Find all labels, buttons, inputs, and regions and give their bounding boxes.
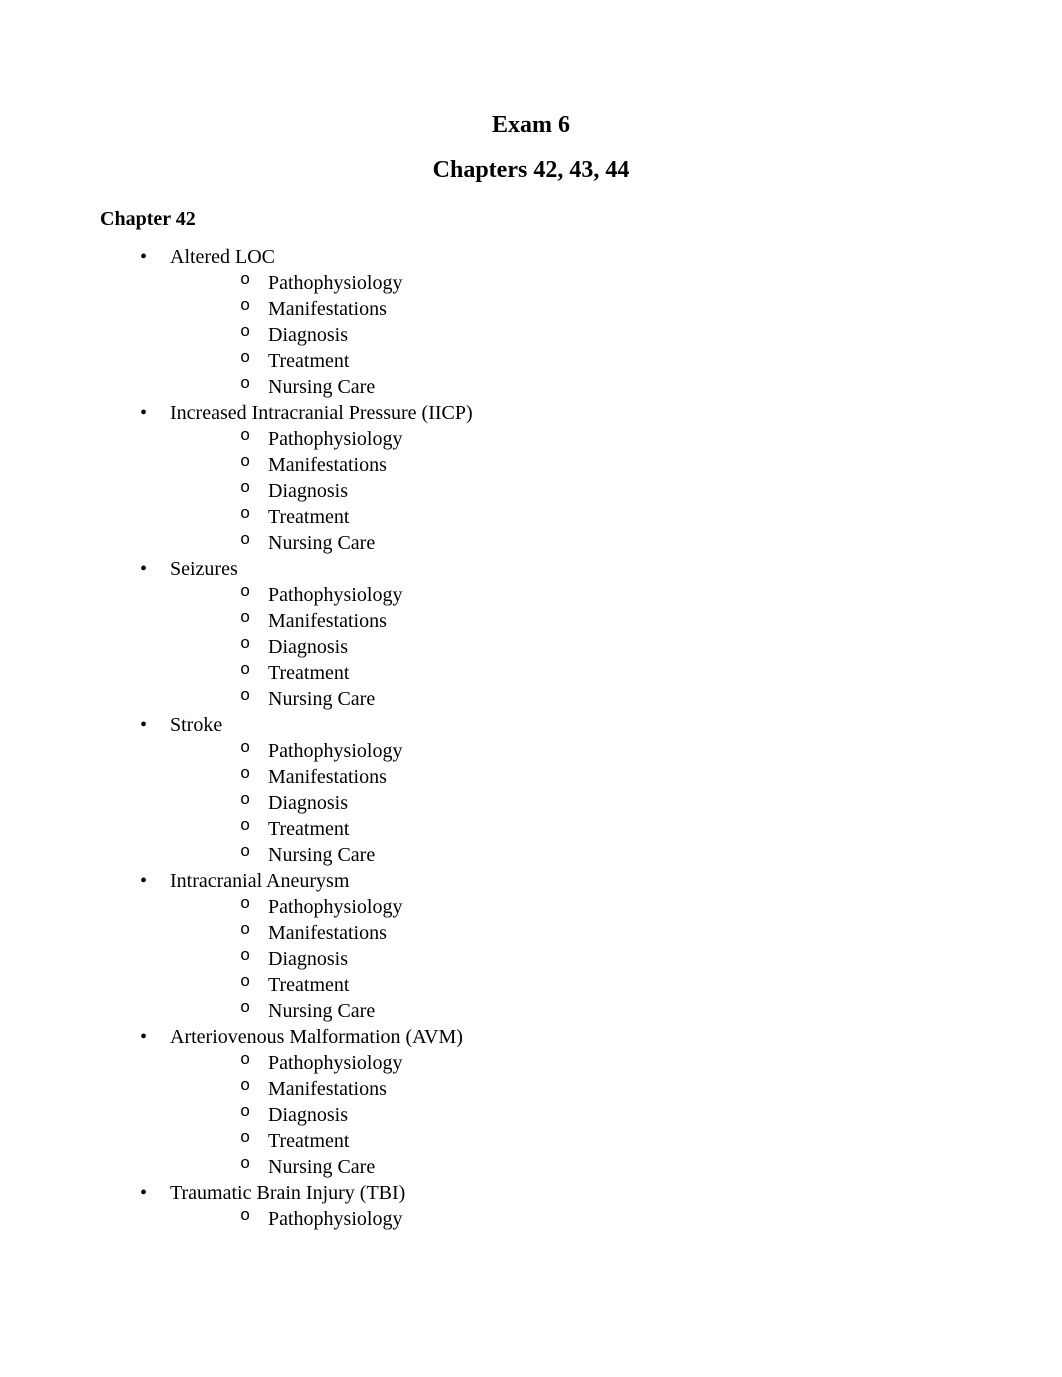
list-item: Treatment [240,816,962,842]
topic-label: Intracranial Aneurysm [170,870,349,892]
list-item: Nursing Care [240,374,962,400]
subtopic-label: Diagnosis [268,948,348,970]
list-item: Manifestations [240,1076,962,1102]
list-item: Pathophysiology [240,1050,962,1076]
subtopic-label: Diagnosis [268,1104,348,1126]
list-item: Nursing Care [240,998,962,1024]
list-item: Traumatic Brain Injury (TBI) Pathophysio… [140,1180,962,1232]
subtopic-label: Manifestations [268,922,387,944]
list-item: Nursing Care [240,686,962,712]
subtopic-label: Manifestations [268,454,387,476]
subtopic-label: Pathophysiology [268,428,402,450]
subtopic-label: Nursing Care [268,688,375,710]
list-item: Manifestations [240,296,962,322]
list-item: Arteriovenous Malformation (AVM) Pathoph… [140,1024,962,1180]
list-item: Treatment [240,348,962,374]
list-item: Manifestations [240,764,962,790]
subtopic-label: Nursing Care [268,532,375,554]
list-item: Treatment [240,504,962,530]
topic-label: Seizures [170,558,238,580]
list-item: Diagnosis [240,322,962,348]
list-item: Treatment [240,972,962,998]
subtopic-label: Diagnosis [268,480,348,502]
subtopic-list: Pathophysiology Manifestations Diagnosis… [170,1050,962,1180]
list-item: Treatment [240,660,962,686]
subtopic-label: Pathophysiology [268,272,402,294]
subtopic-label: Nursing Care [268,1000,375,1022]
section-heading: Chapter 42 [100,206,962,232]
list-item: Nursing Care [240,530,962,556]
topic-label: Traumatic Brain Injury (TBI) [170,1182,405,1204]
subtopic-label: Pathophysiology [268,1208,402,1230]
list-item: Seizures Pathophysiology Manifestations … [140,556,962,712]
topic-label: Stroke [170,714,222,736]
document-subtitle: Chapters 42, 43, 44 [100,155,962,186]
subtopic-label: Nursing Care [268,844,375,866]
list-item: Manifestations [240,608,962,634]
list-item: Stroke Pathophysiology Manifestations Di… [140,712,962,868]
list-item: Diagnosis [240,478,962,504]
list-item: Intracranial Aneurysm Pathophysiology Ma… [140,868,962,1024]
list-item: Manifestations [240,920,962,946]
subtopic-label: Treatment [268,1130,349,1152]
subtopic-list: Pathophysiology [170,1206,962,1232]
subtopic-label: Pathophysiology [268,896,402,918]
subtopic-label: Nursing Care [268,376,375,398]
subtopic-list: Pathophysiology Manifestations Diagnosis… [170,426,962,556]
subtopic-label: Treatment [268,350,349,372]
list-item: Increased Intracranial Pressure (IICP) P… [140,400,962,556]
list-item: Altered LOC Pathophysiology Manifestatio… [140,244,962,400]
list-item: Pathophysiology [240,270,962,296]
list-item: Pathophysiology [240,582,962,608]
subtopic-list: Pathophysiology Manifestations Diagnosis… [170,582,962,712]
list-item: Nursing Care [240,842,962,868]
list-item: Pathophysiology [240,1206,962,1232]
list-item: Nursing Care [240,1154,962,1180]
subtopic-label: Manifestations [268,1078,387,1100]
subtopic-list: Pathophysiology Manifestations Diagnosis… [170,270,962,400]
subtopic-label: Pathophysiology [268,1052,402,1074]
subtopic-label: Diagnosis [268,324,348,346]
document-title: Exam 6 [100,110,962,141]
subtopic-label: Manifestations [268,610,387,632]
list-item: Pathophysiology [240,738,962,764]
list-item: Pathophysiology [240,894,962,920]
subtopic-list: Pathophysiology Manifestations Diagnosis… [170,894,962,1024]
subtopic-label: Pathophysiology [268,584,402,606]
list-item: Diagnosis [240,634,962,660]
topic-label: Increased Intracranial Pressure (IICP) [170,402,473,424]
list-item: Treatment [240,1128,962,1154]
subtopic-label: Manifestations [268,766,387,788]
subtopic-label: Treatment [268,506,349,528]
topic-label: Altered LOC [170,246,275,268]
list-item: Diagnosis [240,946,962,972]
list-item: Diagnosis [240,790,962,816]
list-item: Manifestations [240,452,962,478]
subtopic-label: Treatment [268,974,349,996]
subtopic-label: Treatment [268,662,349,684]
subtopic-list: Pathophysiology Manifestations Diagnosis… [170,738,962,868]
subtopic-label: Treatment [268,818,349,840]
subtopic-label: Nursing Care [268,1156,375,1178]
list-item: Pathophysiology [240,426,962,452]
topic-label: Arteriovenous Malformation (AVM) [170,1026,463,1048]
list-item: Diagnosis [240,1102,962,1128]
subtopic-label: Pathophysiology [268,740,402,762]
topic-list: Altered LOC Pathophysiology Manifestatio… [100,244,962,1232]
subtopic-label: Manifestations [268,298,387,320]
subtopic-label: Diagnosis [268,792,348,814]
subtopic-label: Diagnosis [268,636,348,658]
